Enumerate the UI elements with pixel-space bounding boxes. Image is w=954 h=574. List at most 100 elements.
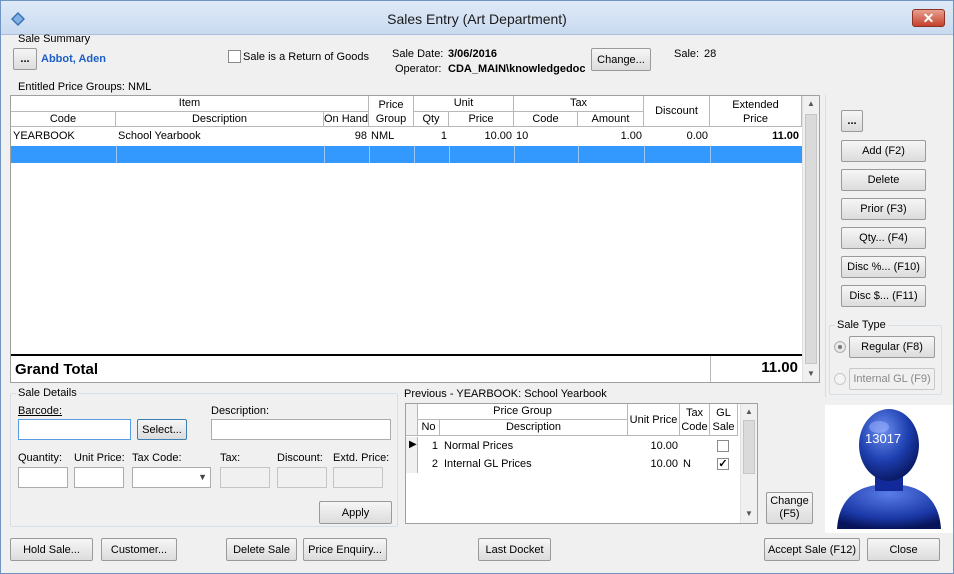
close-window-button[interactable]: ✕ xyxy=(912,9,945,27)
cell-description: School Yearbook xyxy=(118,130,201,142)
cell-price-group: NML xyxy=(371,130,395,142)
cell-tax-amount: 1.00 xyxy=(620,130,642,142)
scroll-up-icon[interactable]: ▲ xyxy=(741,407,757,416)
gl-sale-checkbox-checked[interactable]: ✓ xyxy=(717,458,729,470)
sale-date-label: Sale Date: xyxy=(392,48,444,60)
scroll-down-icon[interactable]: ▼ xyxy=(803,369,819,378)
list-item[interactable]: ▶ 1 Normal Prices 10.00 xyxy=(406,437,738,455)
unit-price-label: Unit Price: xyxy=(74,452,125,464)
prev-header-unit-price: Unit Price xyxy=(628,404,680,436)
description-label: Description: xyxy=(211,405,270,417)
scroll-thumb[interactable] xyxy=(805,114,817,364)
customer-lookup-button[interactable]: ... xyxy=(13,48,37,70)
header-code: Code xyxy=(11,112,116,127)
apply-button[interactable]: Apply xyxy=(319,501,392,524)
delete-sale-button[interactable]: Delete Sale xyxy=(226,538,297,561)
prev-header-no: No xyxy=(418,420,440,436)
cell-on-hand: 98 xyxy=(354,130,367,142)
tax-code-label: Tax Code: xyxy=(132,452,182,464)
extd-price-input xyxy=(333,467,383,488)
hold-sale-button[interactable]: Hold Sale... xyxy=(10,538,93,561)
header-qty: Qty xyxy=(414,112,449,127)
qty-button[interactable]: Qty... (F4) xyxy=(841,227,926,249)
add-button[interactable]: Add (F2) xyxy=(841,140,926,162)
table-row-selected[interactable] xyxy=(11,146,802,163)
gl-sale-checkbox[interactable] xyxy=(717,440,729,452)
previous-title: Previous - YEARBOOK: School Yearbook xyxy=(404,388,607,400)
barcode-input[interactable] xyxy=(18,419,131,440)
prev-header-gl-sale: GL Sale xyxy=(710,404,738,436)
price-enquiry-button[interactable]: Price Enquiry... xyxy=(303,538,387,561)
quantity-label: Quantity: xyxy=(18,452,63,464)
regular-button[interactable]: Regular (F8) xyxy=(849,336,935,358)
prev-cell-unit-price: 10.00 xyxy=(650,440,678,452)
unit-price-input[interactable] xyxy=(74,467,124,488)
grid-scrollbar[interactable]: ▲ ▼ xyxy=(802,96,819,382)
return-label[interactable]: Sale is a Return of Goods xyxy=(243,51,369,63)
discount-input xyxy=(277,467,327,488)
prev-cell-description: Internal GL Prices xyxy=(444,458,532,470)
cell-extended: 11.00 xyxy=(772,130,799,142)
header-on-hand: On Hand xyxy=(324,112,369,127)
internal-radio[interactable] xyxy=(834,373,846,385)
header-tax-amount: Amount xyxy=(578,112,644,127)
header-price-group: Price Group xyxy=(369,96,414,127)
sale-items-grid: Item Price Group Unit Tax Discount Extend… xyxy=(10,95,820,383)
disc-percent-button[interactable]: Disc %... (F10) xyxy=(841,256,926,278)
prev-scrollbar[interactable]: ▲ ▼ xyxy=(740,404,757,523)
operator-label: Operator: xyxy=(395,63,442,75)
header-unit: Unit xyxy=(414,96,514,112)
tax-code-select[interactable]: ▼ xyxy=(132,467,211,488)
header-tax: Tax xyxy=(514,96,644,112)
delete-button[interactable]: Delete xyxy=(841,169,926,191)
sale-summary-title: Sale Summary xyxy=(18,33,91,45)
prev-header-tax-code: Tax Code xyxy=(680,404,710,436)
more-options-button[interactable]: ... xyxy=(841,110,863,132)
scroll-up-icon[interactable]: ▲ xyxy=(803,99,819,108)
scroll-thumb[interactable] xyxy=(743,420,755,474)
chevron-down-icon[interactable]: ▼ xyxy=(198,472,207,482)
header-description: Description xyxy=(116,112,324,127)
prior-button[interactable]: Prior (F3) xyxy=(841,198,926,220)
list-item[interactable]: 2 Internal GL Prices 10.00 N ✓ xyxy=(406,455,738,473)
sale-label: Sale: xyxy=(674,48,700,60)
tax-input xyxy=(220,467,270,488)
prev-cell-tax-code: N xyxy=(683,458,691,470)
cell-tax-code: 10 xyxy=(516,130,529,142)
prev-header-description: Description xyxy=(440,420,628,436)
avatar-number: 13017 xyxy=(865,431,902,446)
change-price-group-button[interactable]: Change (F5) xyxy=(766,492,813,524)
quantity-input[interactable] xyxy=(18,467,68,488)
entitled-price-groups: Entitled Price Groups: NML xyxy=(18,81,152,93)
scroll-down-icon[interactable]: ▼ xyxy=(741,509,757,518)
prev-header-price-group: Price Group xyxy=(418,404,628,420)
change-operator-button[interactable]: Change... xyxy=(591,48,651,71)
regular-radio[interactable] xyxy=(834,341,846,353)
last-docket-button[interactable]: Last Docket xyxy=(478,538,551,561)
grand-total-value: 11.00 xyxy=(710,356,802,382)
table-row[interactable]: YEARBOOK School Yearbook 98 NML 1 10.00 … xyxy=(11,128,802,145)
select-button[interactable]: Select... xyxy=(137,419,187,440)
disc-amount-button[interactable]: Disc $... (F11) xyxy=(841,285,926,307)
header-tax-code: Code xyxy=(514,112,578,127)
operator-value: CDA_MAIN\knowledgedoc xyxy=(448,63,586,75)
previous-prices-grid: Price Group No Description Unit Price Ta… xyxy=(405,403,758,524)
cell-price: 10.00 xyxy=(484,130,512,142)
cell-qty: 1 xyxy=(440,130,447,142)
close-button[interactable]: Close xyxy=(867,538,940,561)
header-item: Item xyxy=(11,96,369,112)
customer-button[interactable]: Customer... xyxy=(101,538,177,561)
prev-cell-unit-price: 10.00 xyxy=(650,458,678,470)
prev-cell-no: 2 xyxy=(431,458,438,470)
title-bar: Sales Entry (Art Department) ✕ xyxy=(1,1,953,35)
header-extended-price: Extended Price xyxy=(710,96,802,127)
avatar-icon xyxy=(837,409,941,529)
customer-name[interactable]: Abbot, Aden xyxy=(41,53,106,65)
accept-sale-button[interactable]: Accept Sale (F12) xyxy=(764,538,860,561)
return-checkbox[interactable] xyxy=(228,50,241,63)
window-title: Sales Entry (Art Department) xyxy=(387,11,567,27)
description-input[interactable] xyxy=(211,419,391,440)
prev-cell-description: Normal Prices xyxy=(444,440,514,452)
internal-gl-button[interactable]: Internal GL (F9) xyxy=(849,368,935,390)
cell-code: YEARBOOK xyxy=(13,130,75,142)
